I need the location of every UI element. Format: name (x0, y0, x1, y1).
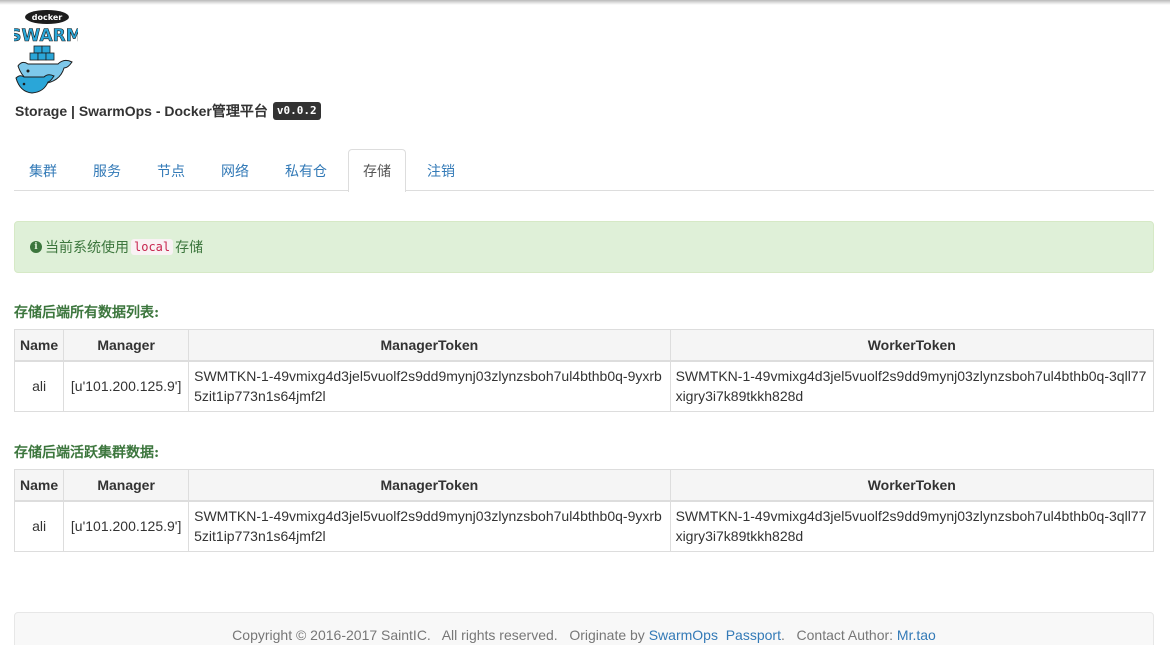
tab-registry[interactable]: 私有仓 (270, 149, 342, 191)
cell-manager-token: SWMTKN-1-49vmixg4d3jel5vuolf2s9dd9mynj03… (188, 360, 671, 412)
table-row: ali [u'101.200.125.9'] SWMTKN-1-49vmixg4… (13, 360, 1155, 412)
footer-link-passport[interactable]: Passport (726, 627, 781, 643)
page-footer: Copyright © 2016-2017 SaintIC. All right… (14, 612, 1154, 645)
storage-type-code: local (131, 239, 174, 255)
column-header-worker-token: WorkerToken (669, 329, 1155, 362)
footer-contact-label: . Contact Author: (780, 627, 897, 643)
footer-link-swarmops[interactable]: SwarmOps (649, 627, 718, 643)
all-data-table: Name Manager ManagerToken WorkerToken al… (13, 329, 1155, 412)
svg-text:docker: docker (32, 13, 62, 22)
column-header-name: Name (13, 469, 65, 502)
table-row: ali [u'101.200.125.9'] SWMTKN-1-49vmixg4… (13, 500, 1155, 552)
column-header-manager-token: ManagerToken (188, 329, 671, 362)
svg-text:SWARM: SWARM (14, 26, 78, 46)
browser-top-edge (0, 0, 1170, 5)
docker-swarm-logo[interactable]: docker SWARM (9, 8, 83, 96)
cell-manager-token: SWMTKN-1-49vmixg4d3jel5vuolf2s9dd9mynj03… (188, 500, 671, 552)
alert-prefix: 当前系统使用 (45, 239, 129, 255)
cell-worker-token: SWMTKN-1-49vmixg4d3jel5vuolf2s9dd9mynj03… (669, 500, 1155, 552)
main-nav-tabs: 集群 服务 节点 网络 私有仓 存储 注销 (14, 149, 1154, 192)
cell-manager: [u'101.200.125.9'] (63, 500, 190, 552)
table-header-row: Name Manager ManagerToken WorkerToken (13, 469, 1155, 502)
footer-link-author[interactable]: Mr.tao (897, 627, 936, 643)
cell-name: ali (13, 360, 65, 412)
cell-name: ali (13, 500, 65, 552)
table-header-row: Name Manager ManagerToken WorkerToken (13, 329, 1155, 362)
column-header-name: Name (13, 329, 65, 362)
footer-copyright: Copyright © 2016-2017 SaintIC. All right… (232, 627, 649, 643)
page-title-text: Storage | SwarmOps - Docker管理平台 (15, 103, 268, 119)
tab-service[interactable]: 服务 (78, 149, 136, 191)
cell-manager: [u'101.200.125.9'] (63, 360, 190, 412)
tab-cluster[interactable]: 集群 (14, 149, 72, 191)
all-data-section-title: 存储后端所有数据列表: (14, 305, 160, 321)
tab-node[interactable]: 节点 (142, 149, 200, 191)
tab-network[interactable]: 网络 (206, 149, 264, 191)
info-circle-icon: i (30, 241, 42, 253)
column-header-worker-token: WorkerToken (669, 469, 1155, 502)
version-badge: v0.0.2 (272, 102, 321, 120)
active-cluster-section-title: 存储后端活跃集群数据: (14, 445, 160, 461)
tab-storage[interactable]: 存储 (348, 149, 406, 192)
tab-logout[interactable]: 注销 (412, 149, 470, 191)
active-cluster-table: Name Manager ManagerToken WorkerToken al… (13, 469, 1155, 552)
column-header-manager-token: ManagerToken (188, 469, 671, 502)
alert-suffix: 存储 (175, 239, 204, 255)
page-title: Storage | SwarmOps - Docker管理平台 v0.0.2 (15, 100, 321, 122)
storage-info-alert: i 当前系统使用 local 存储 (14, 221, 1154, 273)
cell-worker-token: SWMTKN-1-49vmixg4d3jel5vuolf2s9dd9mynj03… (669, 360, 1155, 412)
column-header-manager: Manager (63, 329, 190, 362)
column-header-manager: Manager (63, 469, 190, 502)
